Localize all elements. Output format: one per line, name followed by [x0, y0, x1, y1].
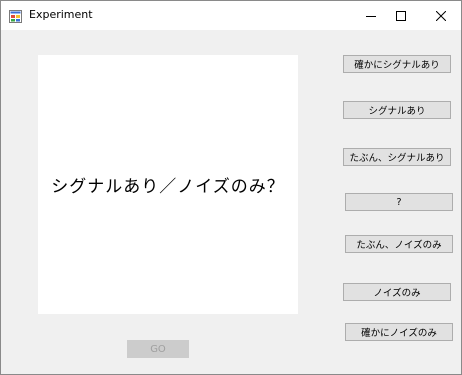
maximize-icon [396, 6, 406, 25]
maximize-button[interactable] [381, 1, 421, 30]
app-window-icon [9, 8, 22, 23]
stimulus-panel: シグナルあり／ノイズのみ？ [38, 55, 298, 314]
response-button-noise[interactable]: ノイズのみ [343, 283, 451, 301]
response-button-signal[interactable]: シグナルあり [343, 101, 451, 119]
response-button-probably-signal[interactable]: たぶん、シグナルあり [343, 148, 451, 166]
app-window: Experiment シグナルあり／ノイズのみ？ 確かにシグナルあり シグナルあ… [0, 0, 462, 375]
go-button[interactable]: GO [127, 340, 189, 358]
response-button-certainly-signal[interactable]: 確かにシグナルあり [343, 55, 451, 73]
client-area: シグナルあり／ノイズのみ？ 確かにシグナルあり シグナルあり たぶん、シグナルあ… [1, 30, 461, 374]
close-button[interactable] [421, 1, 461, 30]
stimulus-prompt: シグナルあり／ノイズのみ？ [51, 177, 285, 197]
minimize-icon [366, 6, 376, 25]
title-bar[interactable]: Experiment [1, 1, 461, 30]
close-icon [435, 6, 447, 25]
response-button-certainly-noise[interactable]: 確かにノイズのみ [345, 323, 453, 341]
response-button-probably-noise[interactable]: たぶん、ノイズのみ [345, 235, 453, 253]
window-title: Experiment [29, 8, 93, 21]
response-button-unsure[interactable]: ? [345, 193, 453, 211]
